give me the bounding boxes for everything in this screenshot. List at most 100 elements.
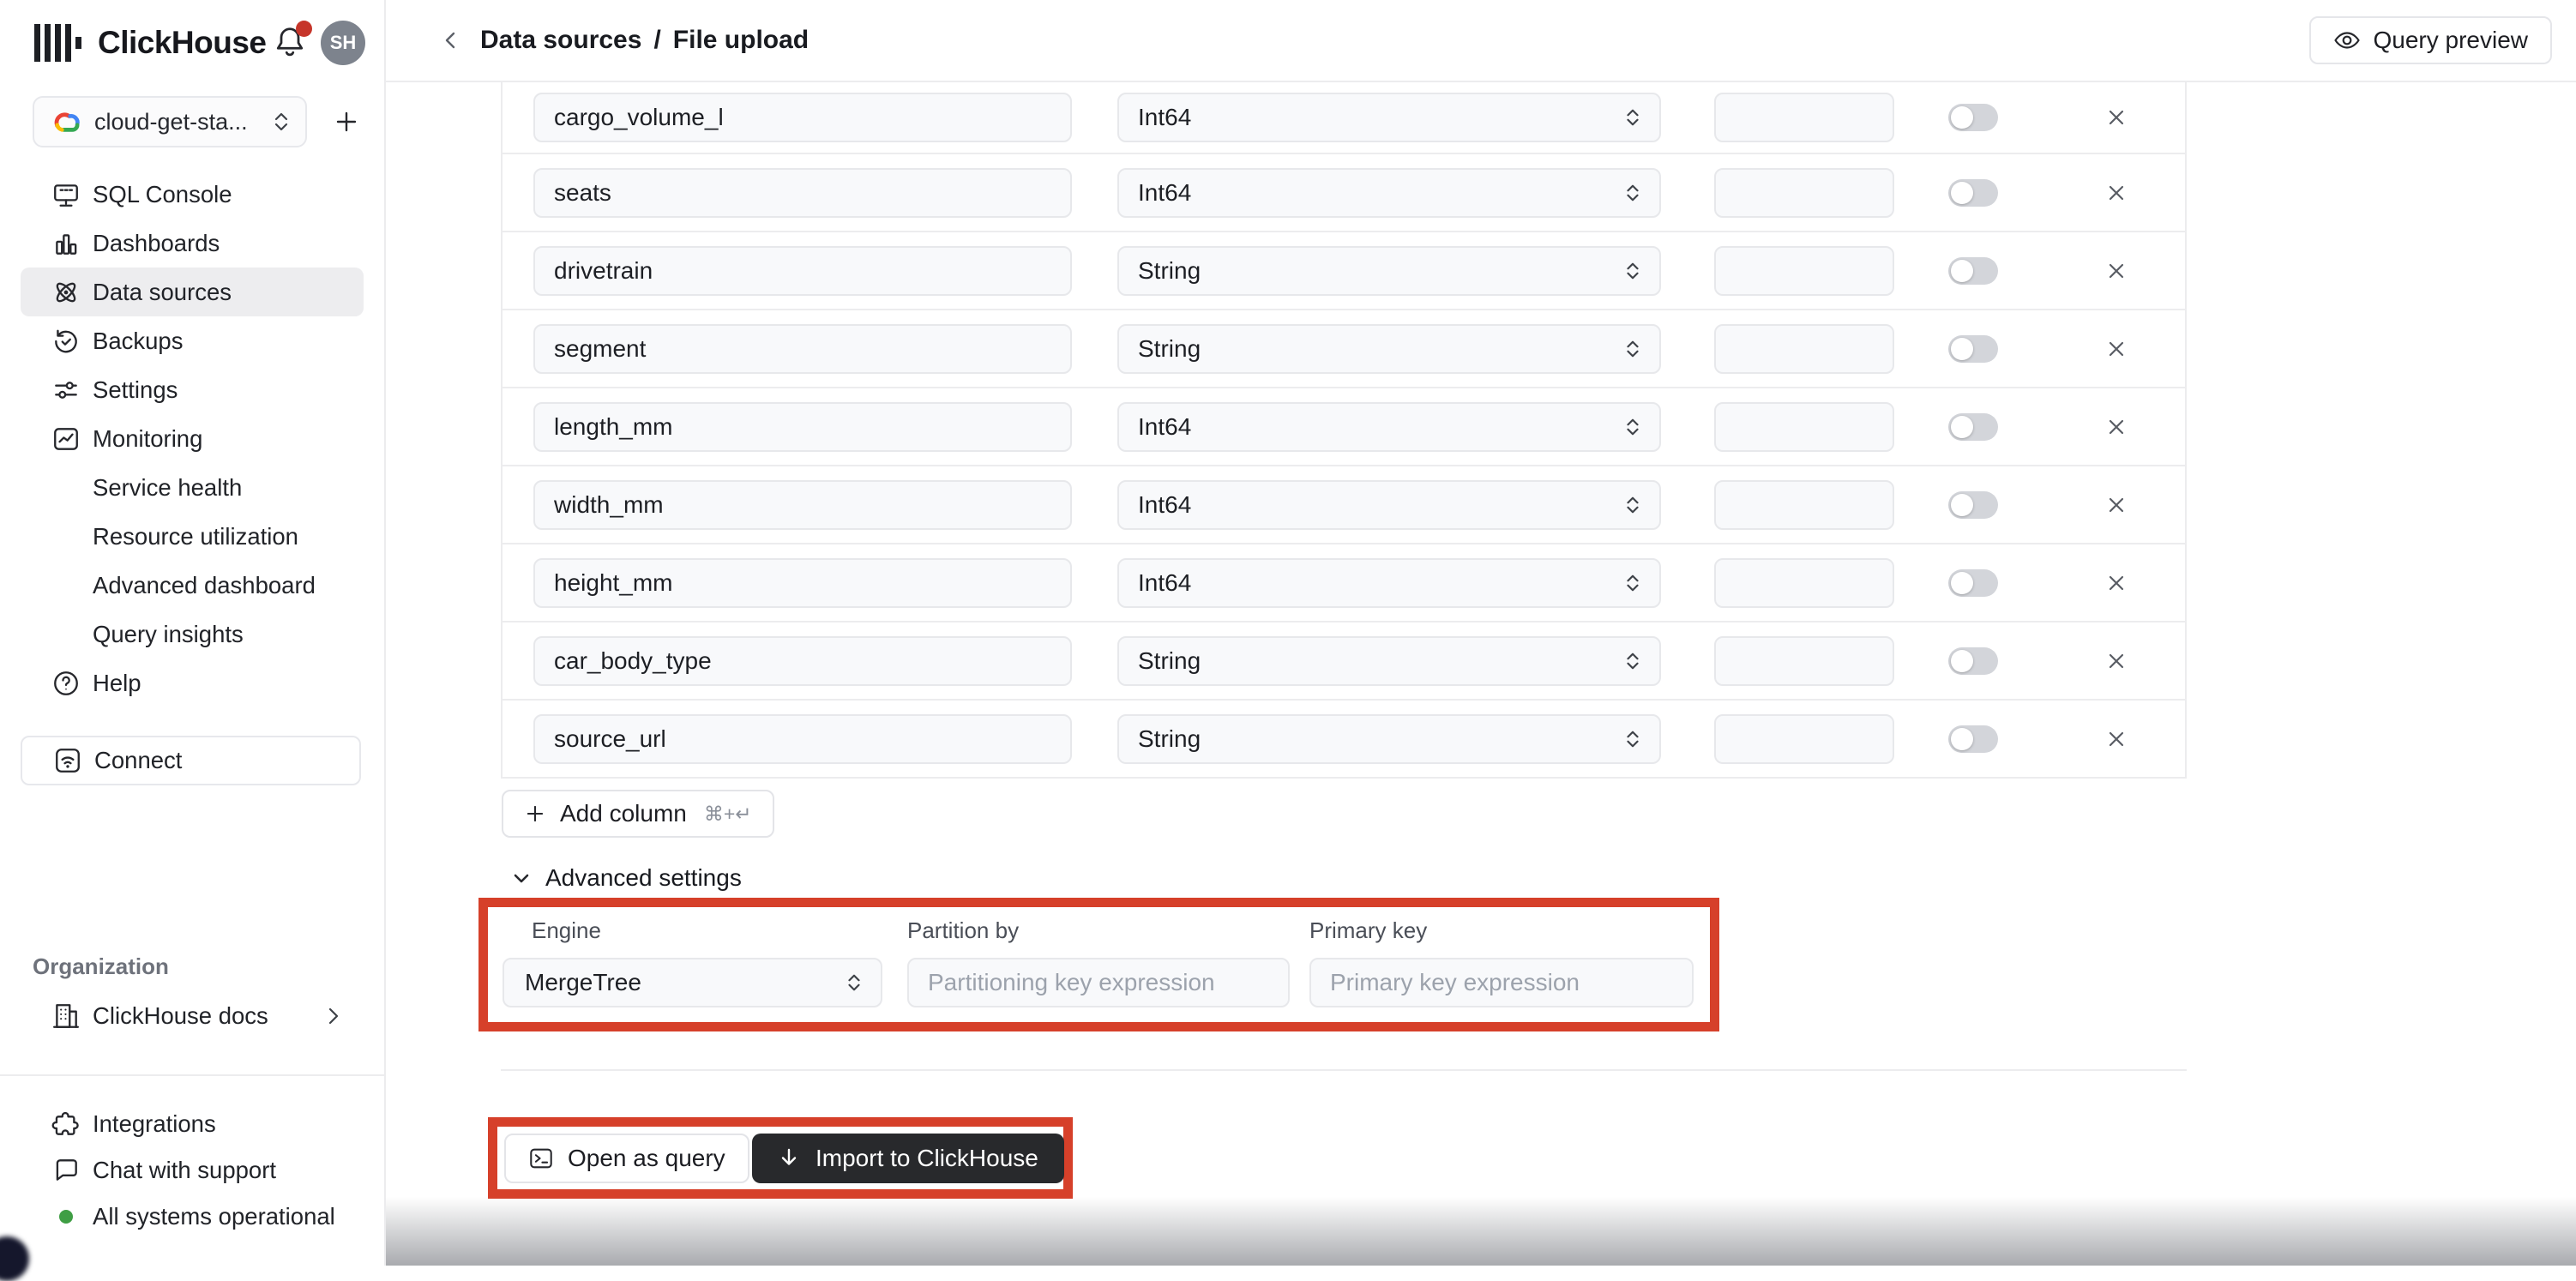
- avatar[interactable]: SH: [321, 21, 365, 65]
- column-type-select[interactable]: String: [1117, 324, 1661, 374]
- column-toggle[interactable]: [1948, 179, 1998, 207]
- breadcrumb-data-sources[interactable]: Data sources: [480, 26, 641, 55]
- sidebar-nav: SQL Console Dashboards Data sources Back…: [0, 170, 384, 707]
- column-type-select[interactable]: String: [1117, 714, 1661, 764]
- column-toggle[interactable]: [1948, 335, 1998, 363]
- sidebar-item-monitoring[interactable]: Monitoring: [21, 414, 364, 463]
- sidebar-item-dashboards[interactable]: Dashboards: [21, 219, 364, 268]
- chevron-up-down-icon: [1623, 571, 1642, 595]
- column-type-value: Int64: [1138, 413, 1191, 441]
- column-name-input[interactable]: [533, 402, 1072, 452]
- column-default-input[interactable]: [1714, 324, 1894, 374]
- connect-label: Connect: [94, 747, 182, 774]
- service-selector[interactable]: cloud-get-sta...: [33, 96, 307, 147]
- column-default-input[interactable]: [1714, 93, 1894, 142]
- column-type-select[interactable]: String: [1117, 636, 1661, 686]
- column-default-input[interactable]: [1714, 168, 1894, 218]
- sidebar-item-resource-utilization[interactable]: Resource utilization: [21, 512, 364, 561]
- sidebar-item-label: Help: [93, 670, 141, 697]
- remove-column-button[interactable]: [2098, 408, 2135, 446]
- sidebar-item-settings[interactable]: Settings: [21, 365, 364, 414]
- partition-by-input[interactable]: [907, 958, 1290, 1007]
- sidebar-item-data-sources[interactable]: Data sources: [21, 268, 364, 316]
- system-status[interactable]: All systems operational: [21, 1194, 364, 1240]
- gcp-cloud-icon: [50, 109, 82, 135]
- column-toggle[interactable]: [1948, 104, 1998, 131]
- import-to-clickhouse-button[interactable]: Import to ClickHouse: [752, 1134, 1064, 1183]
- terminal-icon: [528, 1146, 554, 1171]
- import-label: Import to ClickHouse: [816, 1145, 1038, 1172]
- column-toggle[interactable]: [1948, 257, 1998, 285]
- column-name-input[interactable]: [533, 246, 1072, 296]
- column-name-input[interactable]: [533, 636, 1072, 686]
- remove-column-button[interactable]: [2098, 252, 2135, 290]
- advanced-settings-toggle[interactable]: Advanced settings: [511, 864, 742, 892]
- column-default-input[interactable]: [1714, 246, 1894, 296]
- add-column-button[interactable]: Add column ⌘+↵: [502, 790, 774, 838]
- column-toggle[interactable]: [1948, 491, 1998, 519]
- toggle-knob: [1951, 260, 1973, 282]
- column-name-input[interactable]: [533, 480, 1072, 530]
- sidebar-item-backups[interactable]: Backups: [21, 316, 364, 365]
- column-name-input[interactable]: [533, 168, 1072, 218]
- advanced-settings-label: Advanced settings: [545, 864, 742, 892]
- remove-column-button[interactable]: [2098, 99, 2135, 136]
- chevron-up-down-icon: [1623, 105, 1642, 129]
- sidebar-item-sql-console[interactable]: SQL Console: [21, 170, 364, 219]
- column-default-input[interactable]: [1714, 558, 1894, 608]
- sidebar-item-clickhouse-docs[interactable]: ClickHouse docs: [21, 991, 365, 1041]
- remove-column-button[interactable]: [2098, 174, 2135, 212]
- remove-column-button[interactable]: [2098, 642, 2135, 680]
- sidebar-item-service-health[interactable]: Service health: [21, 463, 364, 512]
- table-row: Int64: [503, 466, 2185, 544]
- remove-column-button[interactable]: [2098, 330, 2135, 368]
- sidebar-item-advanced-dashboard[interactable]: Advanced dashboard: [21, 561, 364, 610]
- column-toggle[interactable]: [1948, 725, 1998, 753]
- query-preview-label: Query preview: [2373, 27, 2528, 54]
- close-icon: [2105, 106, 2128, 129]
- remove-column-button[interactable]: [2098, 486, 2135, 524]
- breadcrumb-separator: /: [653, 26, 660, 55]
- sidebar-item-integrations[interactable]: Integrations: [21, 1101, 364, 1147]
- add-service-button[interactable]: [329, 105, 364, 139]
- notification-badge: [296, 21, 312, 37]
- column-type-select[interactable]: Int64: [1117, 168, 1661, 218]
- notifications-button[interactable]: [273, 23, 307, 63]
- column-type-select[interactable]: Int64: [1117, 402, 1661, 452]
- sidebar-item-query-insights[interactable]: Query insights: [21, 610, 364, 659]
- data-sources-icon: [51, 278, 81, 307]
- query-preview-button[interactable]: Query preview: [2309, 16, 2552, 64]
- column-default-input[interactable]: [1714, 714, 1894, 764]
- connect-button[interactable]: Connect: [21, 736, 361, 785]
- column-type-select[interactable]: Int64: [1117, 558, 1661, 608]
- column-type-value: Int64: [1138, 104, 1191, 131]
- engine-select[interactable]: MergeTree: [503, 958, 882, 1007]
- docs-building-icon: [51, 1001, 81, 1031]
- sidebar-item-chat-support[interactable]: Chat with support: [21, 1147, 364, 1194]
- sidebar-item-label: Integrations: [93, 1110, 216, 1138]
- column-type-select[interactable]: String: [1117, 246, 1661, 296]
- column-name-input[interactable]: [533, 714, 1072, 764]
- column-name-input[interactable]: [533, 324, 1072, 374]
- sidebar-item-help[interactable]: Help: [21, 659, 364, 707]
- column-toggle[interactable]: [1948, 413, 1998, 441]
- column-default-input[interactable]: [1714, 402, 1894, 452]
- column-toggle[interactable]: [1948, 569, 1998, 597]
- remove-column-button[interactable]: [2098, 720, 2135, 758]
- column-type-select[interactable]: Int64: [1117, 93, 1661, 142]
- column-name-input[interactable]: [533, 558, 1072, 608]
- primary-key-input[interactable]: [1309, 958, 1694, 1007]
- open-as-query-button[interactable]: Open as query: [504, 1134, 749, 1183]
- chevron-up-down-icon: [1623, 727, 1642, 751]
- column-toggle[interactable]: [1948, 647, 1998, 675]
- column-name-input[interactable]: [533, 93, 1072, 142]
- table-row: String: [503, 310, 2185, 388]
- chevron-up-down-icon: [1623, 181, 1642, 205]
- column-type-select[interactable]: Int64: [1117, 480, 1661, 530]
- docs-label: ClickHouse docs: [93, 1002, 268, 1030]
- brand-row: ClickHouse SH: [0, 0, 384, 86]
- back-button[interactable]: [434, 23, 468, 57]
- remove-column-button[interactable]: [2098, 564, 2135, 602]
- column-default-input[interactable]: [1714, 636, 1894, 686]
- column-default-input[interactable]: [1714, 480, 1894, 530]
